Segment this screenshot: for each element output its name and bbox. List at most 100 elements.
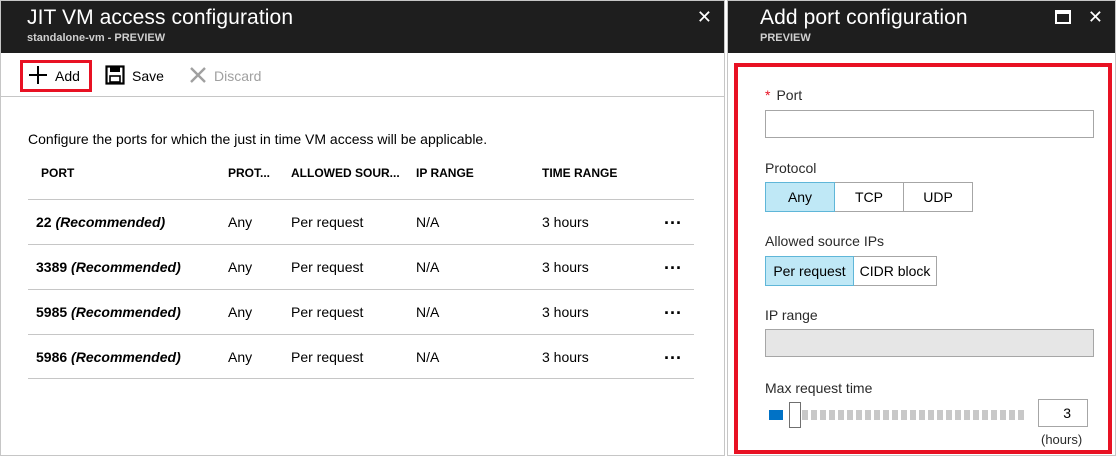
save-button[interactable]: Save <box>105 60 164 92</box>
time-range-cell: 3 hours <box>542 349 589 365</box>
slider-track-segment <box>892 410 898 420</box>
allowed-source-cell: Per request <box>291 214 364 230</box>
blade-subtitle: PREVIEW <box>760 32 811 44</box>
more-options-icon[interactable]: ... <box>664 343 682 364</box>
discard-x-icon <box>189 66 207 87</box>
slider-track-segment <box>973 410 979 420</box>
toolbar: Add Save Discard <box>1 53 724 97</box>
add-port-blade: Add port configuration PREVIEW ✕ * Port P… <box>727 0 1116 456</box>
port-label-text: Port <box>776 87 803 103</box>
slider-track-segment <box>964 410 970 420</box>
slider-track-segment <box>865 410 871 420</box>
slider-track-segment <box>874 410 880 420</box>
slider-track-segment <box>1000 410 1006 420</box>
slider-track-segment <box>838 410 844 420</box>
description-text: Configure the ports for which the just i… <box>28 131 488 147</box>
more-options-icon[interactable]: ... <box>664 298 682 319</box>
ip-range-cell: N/A <box>416 259 440 275</box>
slider-track-segment <box>802 410 808 420</box>
protocol-selector: Any TCP UDP <box>765 182 973 212</box>
allowed-source-cell: Per request <box>291 259 364 275</box>
column-header-time-range: TIME RANGE <box>542 166 618 180</box>
port-note: (Recommended) <box>71 349 181 365</box>
time-range-cell: 3 hours <box>542 214 589 230</box>
port-note: (Recommended) <box>71 304 181 320</box>
slider-track-segment <box>847 410 853 420</box>
discard-button-label: Discard <box>214 68 262 84</box>
required-marker: * <box>765 87 771 103</box>
blade-subtitle: standalone-vm - PREVIEW <box>27 32 166 44</box>
slider-track-segment <box>820 410 826 420</box>
slider-track-segment <box>955 410 961 420</box>
discard-button[interactable]: Discard <box>189 60 261 92</box>
slider-thumb[interactable] <box>789 402 801 428</box>
column-header-port: PORT <box>41 166 75 180</box>
protocol-option-udp[interactable]: UDP <box>903 182 973 212</box>
slider-fill <box>769 410 783 420</box>
time-range-cell: 3 hours <box>542 304 589 320</box>
plus-icon <box>28 65 48 88</box>
slider-track-segment <box>1018 410 1024 420</box>
max-request-time-label: Max request time <box>765 380 873 396</box>
protocol-label: Protocol <box>765 160 817 176</box>
slider-track-segment <box>991 410 997 420</box>
port-input[interactable] <box>765 110 1094 138</box>
protocol-cell: Any <box>228 304 253 320</box>
slider-track-segment <box>883 410 889 420</box>
table-row[interactable]: 5986 (Recommended) Any Per request N/A 3… <box>28 334 694 379</box>
protocol-option-tcp[interactable]: TCP <box>834 182 904 212</box>
save-button-label: Save <box>132 68 164 84</box>
allowed-source-selector: Per request CIDR block <box>765 256 937 286</box>
blade-header: JIT VM access configuration standalone-v… <box>1 1 724 53</box>
jit-config-blade: JIT VM access configuration standalone-v… <box>0 0 725 456</box>
ip-range-cell: N/A <box>416 349 440 365</box>
maximize-icon[interactable] <box>1055 8 1071 29</box>
table-row[interactable]: 22 (Recommended) Any Per request N/A 3 h… <box>28 199 694 244</box>
time-range-cell: 3 hours <box>542 259 589 275</box>
slider-track-segment <box>919 410 925 420</box>
blade-header: Add port configuration PREVIEW ✕ <box>728 1 1115 53</box>
add-button-label: Add <box>55 68 80 84</box>
port-note: (Recommended) <box>71 259 181 275</box>
table-header: PORT PROT... ALLOWED SOUR... IP RANGE TI… <box>28 166 694 198</box>
table-row[interactable]: 3389 (Recommended) Any Per request N/A 3… <box>28 244 694 289</box>
slider-track-segment <box>829 410 835 420</box>
slider-track-segment <box>937 410 943 420</box>
protocol-option-any[interactable]: Any <box>765 182 835 212</box>
max-request-time-slider[interactable] <box>769 402 1030 428</box>
slider-track-segment <box>811 410 817 420</box>
save-icon <box>105 64 125 88</box>
column-header-protocol: PROT... <box>228 166 271 180</box>
close-icon[interactable]: ✕ <box>697 7 712 28</box>
slider-track-segment <box>910 410 916 420</box>
hours-unit-label: (hours) <box>1041 432 1083 447</box>
more-options-icon[interactable]: ... <box>664 208 682 229</box>
slider-track-segment <box>982 410 988 420</box>
port-label: * Port <box>765 87 802 103</box>
port-number: 3389 <box>36 259 68 275</box>
ip-range-label: IP range <box>765 307 818 323</box>
source-option-per-request[interactable]: Per request <box>765 256 854 286</box>
allowed-source-label: Allowed source IPs <box>765 233 885 249</box>
table-row[interactable]: 5985 (Recommended) Any Per request N/A 3… <box>28 289 694 334</box>
close-icon[interactable]: ✕ <box>1088 7 1103 28</box>
port-number: 22 <box>36 214 52 230</box>
slider-track-segment <box>946 410 952 420</box>
max-request-time-input[interactable]: 3 <box>1038 399 1088 427</box>
ports-table: 22 (Recommended) Any Per request N/A 3 h… <box>28 199 694 379</box>
source-option-cidr-block[interactable]: CIDR block <box>853 256 937 286</box>
ip-range-cell: N/A <box>416 304 440 320</box>
slider-track-segment <box>1009 410 1015 420</box>
port-number: 5986 <box>36 349 68 365</box>
more-options-icon[interactable]: ... <box>664 253 682 274</box>
slider-track-segment <box>928 410 934 420</box>
port-note: (Recommended) <box>55 214 166 230</box>
add-button[interactable]: Add <box>20 60 92 92</box>
slider-track-segment <box>901 410 907 420</box>
allowed-source-cell: Per request <box>291 349 364 365</box>
port-config-form: * Port Protocol Any TCP UDP Allowed sourc… <box>734 63 1112 454</box>
protocol-cell: Any <box>228 259 253 275</box>
ip-range-input <box>765 329 1094 357</box>
slider-track <box>793 410 1024 420</box>
blade-title: JIT VM access configuration <box>27 6 294 29</box>
